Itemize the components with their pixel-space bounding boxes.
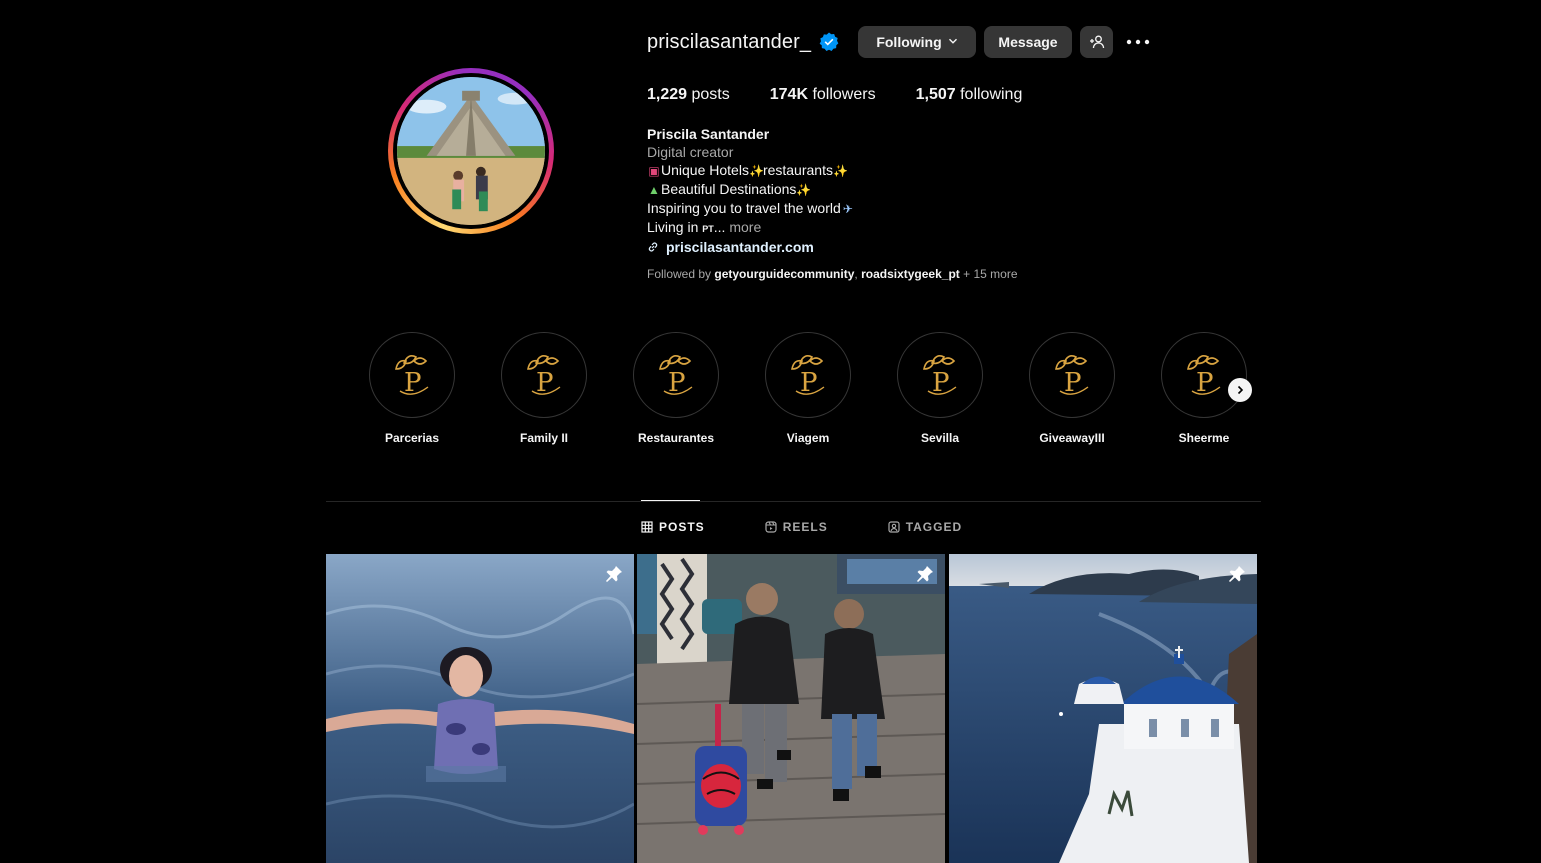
highlight-label: Sevilla: [920, 431, 960, 445]
avatar-story-ring[interactable]: [388, 68, 554, 234]
followed-by-user[interactable]: roadsixtygeek_pt: [861, 267, 960, 281]
highlight-cover: P: [633, 332, 719, 418]
airplane-emoji-icon: ✈: [842, 202, 853, 216]
highlight-label: GiveawayIII: [1039, 431, 1105, 445]
highlight-logo-icon: P: [659, 355, 693, 398]
highlight-logo-icon: P: [791, 355, 825, 398]
highlight-cover: P: [369, 332, 455, 418]
bio-line-living: Living in PT... more: [647, 219, 762, 235]
followed-by-user[interactable]: getyourguidecommunity: [714, 267, 854, 281]
tab-reels[interactable]: REELS: [765, 520, 828, 534]
pin-icon: [1229, 566, 1245, 582]
profile-tabs: POSTS REELS TAGGED: [641, 520, 1022, 534]
highlight-item[interactable]: P Sevilla: [897, 332, 983, 445]
sparkles-emoji-icon: ✨: [748, 164, 764, 178]
following-button[interactable]: Following: [858, 26, 976, 58]
highlight-item[interactable]: P Family II: [501, 332, 587, 445]
followers-link[interactable]: 174K followers: [770, 86, 876, 104]
verified-badge-icon: [819, 32, 839, 51]
grid-icon: [641, 521, 653, 533]
profile-external-link[interactable]: priscilasantander.com: [647, 238, 855, 256]
tab-tagged[interactable]: TAGGED: [888, 520, 962, 534]
message-button[interactable]: Message: [984, 26, 1072, 58]
profile-category: Digital creator: [647, 144, 734, 160]
more-options-button[interactable]: [1124, 26, 1152, 58]
post-image: [637, 554, 945, 863]
following-link[interactable]: 1,507 following: [916, 86, 1023, 104]
chevron-right-icon: [1237, 385, 1244, 395]
highlight-item[interactable]: P GiveawayIII: [1029, 332, 1115, 445]
following-button-label: Following: [876, 34, 942, 50]
highlight-cover: P: [897, 332, 983, 418]
profile-bio: Priscila Santander Digital creator ▣Uniq…: [647, 125, 855, 256]
bio-line-travel: Inspiring you to travel the world ✈: [647, 200, 853, 216]
hotel-emoji-icon: ▣: [648, 164, 660, 178]
highlight-cover: P: [765, 332, 851, 418]
post-image: [326, 554, 634, 863]
suggested-users-button[interactable]: [1080, 26, 1113, 58]
highlight-cover: P: [501, 332, 587, 418]
post-image: [949, 554, 1257, 863]
highlight-item[interactable]: P Parcerias: [369, 332, 455, 445]
highlight-logo-icon: P: [527, 355, 561, 398]
active-tab-indicator: [641, 500, 700, 501]
profile-stats: 1,229 posts 174K followers 1,507 followi…: [647, 86, 1062, 104]
message-button-label: Message: [998, 34, 1058, 50]
house-emoji-icon: ▲: [648, 183, 660, 197]
portugal-flag-icon: PT: [702, 224, 714, 234]
pin-icon: [917, 566, 933, 582]
avatar: [397, 77, 545, 225]
highlight-label: Parcerias: [384, 431, 440, 445]
link-icon: [648, 242, 658, 252]
ellipsis-icon: [1126, 39, 1150, 45]
highlight-logo-icon: P: [923, 355, 957, 398]
sparkles-emoji-icon: ✨: [832, 164, 848, 178]
reels-icon: [765, 521, 777, 533]
bio-line-destinations: ▲Beautiful Destinations✨: [648, 181, 812, 197]
sparkles-emoji-icon: ✨: [796, 183, 812, 197]
story-highlights: P Parcerias P Family II P Restaurantes P Viagem…: [369, 332, 1293, 445]
bio-line-hotels: ▣Unique Hotels✨restaurants✨: [648, 162, 848, 178]
highlight-cover: P: [1161, 332, 1247, 418]
tabs-divider: [326, 501, 1261, 502]
profile-full-name: Priscila Santander: [647, 126, 770, 142]
posts-count: 1,229 posts: [647, 86, 730, 103]
highlight-cover: P: [1029, 332, 1115, 418]
post-thumbnail[interactable]: [637, 554, 945, 863]
post-thumbnail[interactable]: [326, 554, 634, 863]
profile-username: priscilasantander_: [647, 30, 812, 53]
bio-more-link[interactable]: more: [729, 219, 761, 235]
highlight-logo-icon: P: [1187, 355, 1221, 398]
highlight-label: Family II: [519, 431, 569, 445]
pin-icon: [606, 566, 622, 582]
highlight-label: Restaurantes: [637, 431, 715, 445]
highlight-logo-icon: P: [1055, 355, 1089, 398]
highlight-item[interactable]: P Restaurantes: [633, 332, 719, 445]
chevron-down-icon: [948, 36, 958, 49]
followed-by[interactable]: Followed by getyourguidecommunity, roads…: [647, 267, 1018, 281]
highlight-label: Viagem: [786, 431, 830, 445]
tab-posts[interactable]: POSTS: [641, 520, 705, 534]
highlight-item[interactable]: P Viagem: [765, 332, 851, 445]
highlight-label: Sheerme: [1178, 431, 1230, 445]
tagged-icon: [888, 521, 900, 533]
highlights-next-button[interactable]: [1228, 378, 1252, 402]
add-user-icon: [1089, 35, 1104, 49]
highlight-logo-icon: P: [395, 355, 429, 398]
post-thumbnail[interactable]: [949, 554, 1257, 863]
